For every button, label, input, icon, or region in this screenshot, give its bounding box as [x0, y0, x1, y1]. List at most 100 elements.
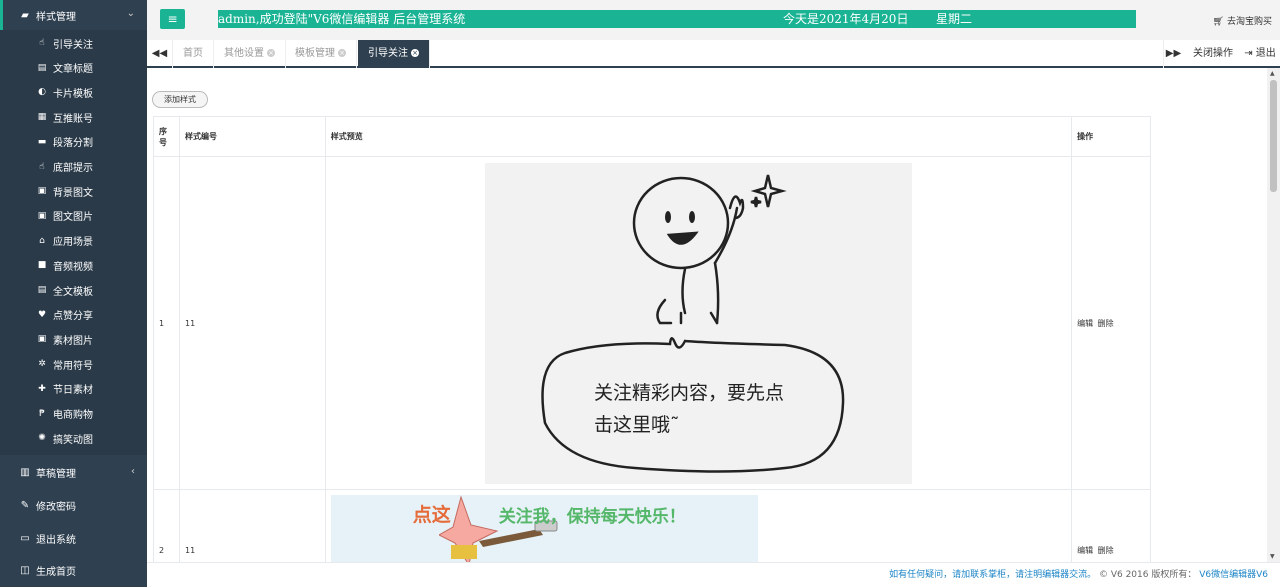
gift-icon: ✚: [38, 383, 46, 394]
desktop-icon: ▭: [20, 532, 30, 544]
sidebar-item-7[interactable]: ▣ 图文图片: [0, 204, 147, 227]
logout-label: 退出: [1255, 48, 1276, 59]
sidebar-item-label: 全文模板: [53, 286, 93, 298]
sidebar-item-4[interactable]: ▬ 段落分割: [0, 130, 147, 153]
paypal-icon: ₱: [39, 408, 45, 419]
delete-link[interactable]: 删除: [1098, 546, 1114, 555]
taobao-link[interactable]: 🛒︎ 去淘宝购买: [1213, 14, 1272, 27]
sidebar-item-10[interactable]: ▤ 全文模板: [0, 279, 147, 301]
scrollbar-thumb[interactable]: [1270, 80, 1277, 192]
sidebar-item-label: 互推账号: [53, 113, 93, 125]
row-actions: 编辑 删除: [1071, 156, 1151, 490]
table-row: 1 11 关注精彩内容，要先点 击这里哦˜ 编辑 删除: [153, 156, 1151, 490]
table-header-row: 序号 样式编号 样式预览 操作: [153, 116, 1151, 157]
tab-label: 其他设置: [224, 48, 264, 59]
sidebar-item-label: 底部提示: [53, 163, 93, 174]
sidebar-item-16[interactable]: ✺ 搞笑动图: [0, 427, 147, 450]
vertical-scrollbar[interactable]: ▲ ▼: [1267, 68, 1280, 562]
cartoon-figure-illustration: 关注精彩内容，要先点 击这里哦˜: [541, 174, 845, 473]
tab-label: 模板管理: [295, 48, 335, 59]
logout-tab-button[interactable]: ⇥ 退出: [1241, 40, 1279, 68]
forward-icon: ▶▶: [1165, 48, 1182, 59]
menu-toggle-button[interactable]: ≡: [160, 9, 185, 29]
video-icon: ■: [37, 260, 47, 271]
sidebar-item-1[interactable]: ▤ 文章标题: [0, 56, 147, 79]
edit-link[interactable]: 编辑: [1077, 319, 1093, 328]
close-icon[interactable]: ×: [267, 49, 275, 57]
thumbs-up-icon: ♥: [37, 309, 47, 320]
row-preview: 关注精彩内容，要先点 击这里哦˜: [324, 156, 1073, 490]
chevron-down-icon: ⌄: [126, 8, 135, 19]
tab-home[interactable]: 首页: [173, 40, 214, 68]
image-icon: ▣: [37, 210, 47, 221]
add-style-button[interactable]: 添加样式: [152, 91, 208, 108]
sidebar-section-label: 生成首页: [36, 566, 76, 578]
pointer-icon: ☝: [39, 161, 45, 172]
banner-welcome-text: admin,成功登陆"V6微信编辑器 后台管理系统: [218, 12, 466, 26]
welcome-banner: admin,成功登陆"V6微信编辑器 后台管理系统 今天是2021年4月20日 …: [218, 10, 1136, 28]
sidebar-item-3[interactable]: ▦ 互推账号: [0, 106, 147, 129]
column-header-index: 序号: [153, 116, 180, 157]
sidebar-section-style-management[interactable]: ▰ 样式管理 ⌄: [0, 0, 147, 30]
styles-table: 序号 样式编号 样式预览 操作 1 11 关注精彩内容，要先点 击这里哦˜ 编辑…: [153, 116, 1151, 562]
sidebar-item-6[interactable]: ▣ 背景图文: [0, 180, 147, 203]
row-code: 11: [178, 489, 326, 562]
row-actions: 编辑 删除: [1071, 489, 1151, 562]
sidebar-item-label: 点赞分享: [53, 311, 93, 323]
sidebar-item-label: 图文图片: [53, 212, 93, 224]
image-icon: ▣: [37, 334, 47, 345]
brand-link[interactable]: V6微信编辑器V6: [1199, 570, 1268, 580]
sidebar-item-5[interactable]: ☝ 底部提示: [0, 155, 147, 178]
edit-link[interactable]: 编辑: [1077, 546, 1093, 555]
sidebar-item-0[interactable]: ☝ 引导关注: [0, 32, 147, 54]
tab-other-settings[interactable]: 其他设置 ×: [214, 40, 286, 68]
tab-bar: ◀◀ 首页 其他设置 × 模板管理 × 引导关注 × ▶▶ 关闭操作 ⇥ 退出: [147, 40, 1280, 68]
sidebar-section-change-password[interactable]: ✎ 修改密码: [0, 490, 147, 520]
tab-template-management[interactable]: 模板管理 ×: [285, 40, 357, 68]
file-icon: ▤: [37, 62, 47, 73]
sidebar-item-label: 常用符号: [53, 360, 93, 372]
sidebar: ▰ 样式管理 ⌄ ☝ 引导关注 ▤ 文章标题 ◐ 卡片模板 ▦ 互推账号 ▬ 段落分割 ☝ 底部提示 ▣…: [0, 0, 147, 587]
sidebar-item-9[interactable]: ■ 音频视频: [0, 254, 147, 277]
close-icon[interactable]: ×: [411, 49, 419, 57]
sidebar-section-label: 修改密码: [36, 501, 76, 513]
hamburger-icon: ≡: [167, 12, 178, 26]
banner-weekday: 星期二: [936, 12, 973, 26]
book-icon: ▰: [21, 9, 29, 21]
sidebar-section-logout[interactable]: ▭ 退出系统: [0, 523, 147, 553]
preview-card-follow-happy[interactable]: 点这 关注我，保持每天快乐！: [330, 495, 758, 562]
sidebar-item-label: 搞笑动图: [53, 434, 93, 446]
sidebar-item-12[interactable]: ▣ 素材图片: [0, 328, 147, 351]
table-row: 2 11 点这 关注我，保持每天快乐！ 编辑 删除: [153, 489, 1151, 562]
sign-out-icon: ⇥: [1244, 48, 1253, 59]
sidebar-item-2[interactable]: ◐ 卡片模板: [0, 81, 147, 104]
spinner-icon: ✺: [38, 433, 46, 444]
preview-text-line-2: 击这里哦˜: [594, 414, 680, 436]
column-header-preview: 样式预览: [324, 116, 1073, 157]
sidebar-item-label: 段落分割: [53, 138, 93, 150]
sidebar-item-label: 节日素材: [53, 385, 93, 397]
sidebar-item-11[interactable]: ♥ 点赞分享: [0, 303, 147, 326]
scroll-down-icon[interactable]: ▼: [1270, 553, 1275, 560]
contact-link[interactable]: 如有任何疑问，请加联系掌柜，请注明编辑器交流。: [889, 570, 1096, 580]
banner-date: 今天是2021年4月20日: [783, 12, 909, 26]
sidebar-section-label: 样式管理: [36, 11, 76, 23]
delete-link[interactable]: 删除: [1098, 319, 1114, 328]
preview-card-guide[interactable]: 关注精彩内容，要先点 击这里哦˜: [484, 162, 912, 484]
sidebar-item-label: 引导关注: [53, 39, 93, 51]
tabs-scroll-left-button[interactable]: ◀◀: [147, 40, 173, 68]
sidebar-section-generate-home[interactable]: ◫ 生成首页: [0, 555, 147, 585]
sidebar-section-label: 草稿管理: [36, 468, 76, 480]
sidebar-item-13[interactable]: ✲ 常用符号: [0, 353, 147, 376]
sidebar-item-label: 卡片模板: [53, 88, 93, 100]
sidebar-item-label: 文章标题: [53, 64, 93, 76]
scroll-up-icon[interactable]: ▲: [1270, 70, 1275, 77]
close-icon[interactable]: ×: [338, 49, 346, 57]
sidebar-item-15[interactable]: ₱ 电商购物: [0, 402, 147, 425]
sidebar-section-drafts[interactable]: ▥ 草稿管理 ‹: [0, 457, 147, 487]
tabs-scroll-right-button[interactable]: ▶▶: [1163, 40, 1183, 68]
close-operations-button[interactable]: 关闭操作: [1187, 40, 1239, 68]
tab-guide-follow[interactable]: 引导关注 ×: [358, 40, 430, 68]
sidebar-item-8[interactable]: ⌂ 应用场景: [0, 229, 147, 252]
sidebar-item-14[interactable]: ✚ 节日素材: [0, 377, 147, 400]
